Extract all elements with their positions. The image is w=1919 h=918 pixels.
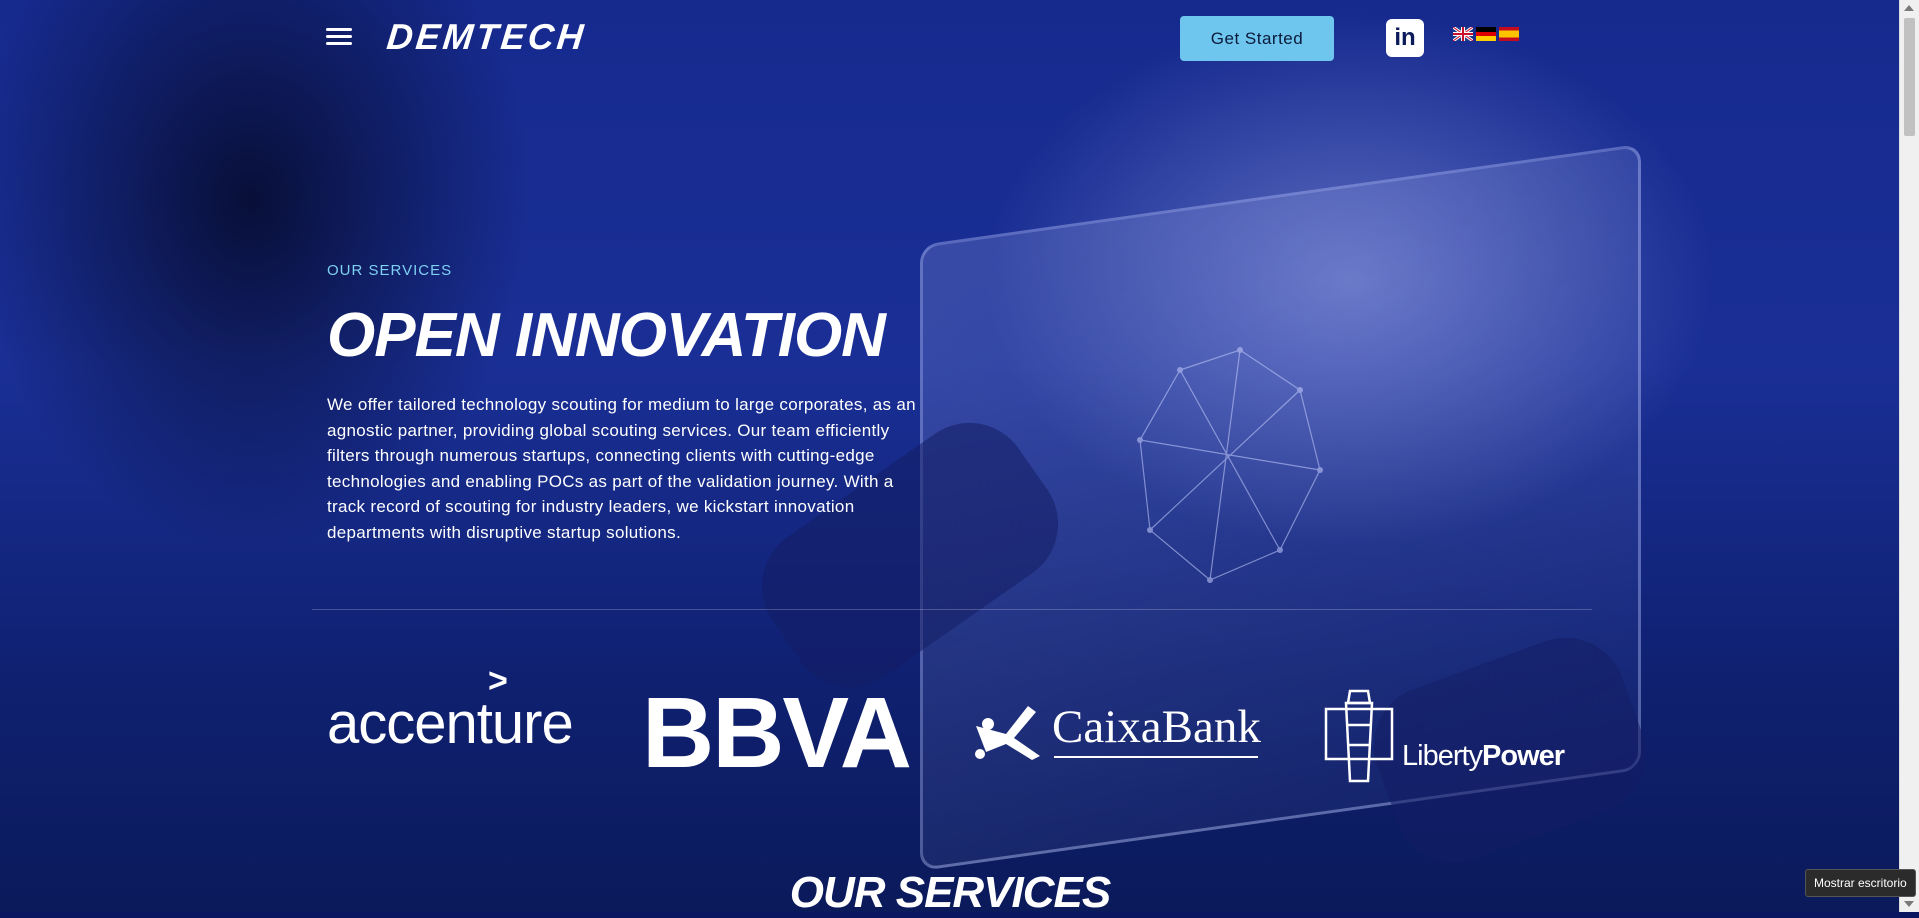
- caixabank-wordmark: CaixaBank: [1052, 701, 1261, 753]
- site-logo[interactable]: DEMTECH: [385, 16, 588, 58]
- scroll-up-arrow-icon[interactable]: [1904, 5, 1914, 11]
- get-started-button[interactable]: Get Started: [1180, 16, 1334, 61]
- accenture-wordmark: accenture: [327, 691, 574, 756]
- our-services-heading: OUR SERVICES: [789, 868, 1112, 917]
- accenture-logo: > accenture: [327, 662, 574, 757]
- linkedin-icon[interactable]: in: [1386, 19, 1424, 57]
- caixabank-underline: [1054, 756, 1258, 758]
- section-eyebrow: OUR SERVICES: [327, 262, 453, 279]
- page-title: OPEN INNOVATION: [327, 301, 886, 370]
- power-word: Power: [1482, 740, 1565, 772]
- germany-flag-icon[interactable]: [1476, 27, 1496, 41]
- liberty-word: Liberty: [1402, 740, 1483, 772]
- accenture-caret-icon: >: [488, 662, 508, 700]
- vertical-scrollbar[interactable]: [1899, 0, 1919, 912]
- hero-background-image: [0, 0, 1900, 912]
- site-header: DEMTECH Get Started in: [0, 0, 1900, 80]
- hero-description: We offer tailored technology scouting fo…: [327, 395, 916, 542]
- divider: [312, 609, 1592, 610]
- network-graphic: [1137, 347, 1323, 583]
- show-desktop-tooltip: Mostrar escritorio: [1805, 869, 1916, 897]
- liberty-power-wordmark: LibertyPower: [1402, 740, 1565, 773]
- caixabank-star-icon: [975, 706, 1040, 760]
- scroll-down-arrow-icon[interactable]: [1904, 901, 1914, 907]
- scroll-thumb[interactable]: [1904, 18, 1915, 136]
- language-switcher: [1453, 27, 1519, 41]
- bbva-logo: BBVA: [642, 677, 912, 789]
- hamburger-menu-icon[interactable]: [326, 28, 352, 50]
- lighthouse-icon: [1324, 689, 1394, 783]
- spain-flag-icon[interactable]: [1499, 27, 1519, 41]
- uk-flag-icon[interactable]: [1453, 27, 1473, 41]
